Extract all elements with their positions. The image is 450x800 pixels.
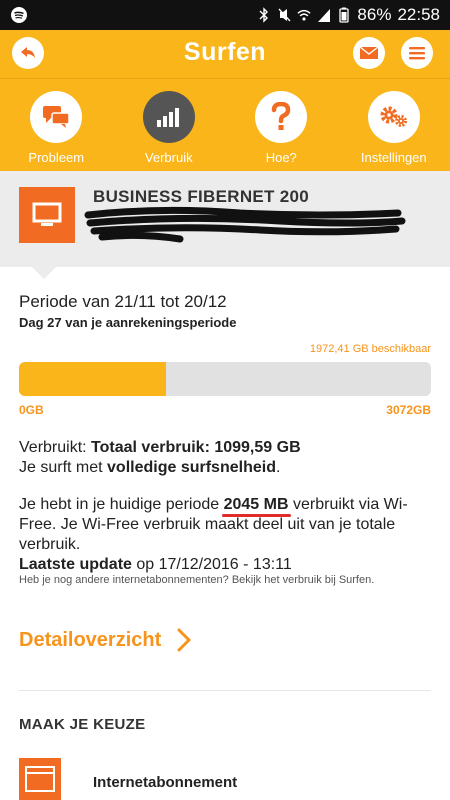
period-text: Periode van 21/11 tot 20/12: [19, 292, 227, 311]
browser-window-icon: [19, 758, 61, 800]
envelope-icon: [359, 46, 379, 59]
bar-min-label: 0GB: [19, 403, 44, 417]
tab-probleem[interactable]: Probleem: [0, 79, 113, 171]
signal-icon: [318, 9, 331, 22]
bar-chart-icon: [156, 108, 179, 127]
tab-instellingen-label: Instellingen: [360, 150, 427, 165]
menu-button[interactable]: [401, 37, 433, 69]
gears-icon: [380, 106, 407, 127]
usage-progress-bar: [19, 362, 431, 396]
surf-speed: volledige surfsnelheid: [107, 459, 276, 476]
bar-max-label: 3072GB: [386, 403, 431, 417]
chat-icon: [43, 106, 70, 128]
list-item-label: Internetabonnement: [93, 774, 238, 791]
choose-heading: MAAK JE KEUZE: [19, 716, 146, 733]
section-divider: [19, 690, 431, 691]
detail-overview-link[interactable]: Detailoverzicht: [19, 625, 192, 655]
tab-verbruik-label: Verbruik: [144, 150, 193, 165]
usage-summary: Verbruikt: Totaal verbruik: 1099,59 GB J…: [19, 438, 434, 478]
mute-icon: [278, 8, 291, 22]
tab-verbruik[interactable]: Verbruik: [113, 79, 226, 171]
detail-overview-label: Detailoverzicht: [19, 628, 162, 651]
hamburger-icon: [409, 47, 425, 60]
last-update-value: op 17/12/2016 - 13:11: [136, 556, 292, 573]
verbruikt-label: Verbruikt:: [19, 439, 87, 456]
tab-hoe-circle: [255, 91, 307, 143]
other-subscriptions-note: Heb je nog andere internetabonnementen? …: [19, 574, 375, 586]
tab-hoe-label: Hoe?: [265, 150, 297, 165]
list-item-internetabonnement[interactable]: Internetabonnement: [19, 758, 439, 800]
wifree-summary: Je hebt in je huidige periode 2045 MB ve…: [19, 495, 434, 575]
app-bar: Surfen: [0, 30, 450, 78]
product-pointer: [32, 267, 56, 279]
last-update-label: Laatste update: [19, 556, 132, 573]
chevron-right-icon: [177, 628, 192, 652]
mail-button[interactable]: [353, 37, 385, 69]
monitor-icon: [32, 202, 62, 226]
tab-probleem-circle: [30, 91, 82, 143]
wifree-prefix: Je hebt in je huidige periode: [19, 496, 220, 513]
surf-suffix: .: [275, 459, 281, 476]
battery-icon: [339, 7, 350, 23]
tab-verbruik-circle: [142, 91, 195, 143]
status-bar: 86% 22:58: [0, 0, 450, 30]
tab-bar: Probleem Verbruik Hoe? Instellingen: [0, 79, 450, 171]
clock: 22:58: [397, 5, 440, 24]
tab-hoe[interactable]: Hoe?: [225, 79, 338, 171]
billing-day-text: Dag 27 van je aanrekeningsperiode: [19, 315, 237, 330]
redaction-scribble: [84, 206, 406, 243]
question-icon: [271, 102, 291, 130]
total-usage: Totaal verbruik: 1099,59 GB: [91, 439, 301, 456]
spotify-icon: [11, 7, 27, 23]
battery-percent: 86%: [357, 5, 392, 24]
usage-progress-fill: [19, 362, 167, 396]
product-icon-box: [19, 187, 75, 243]
wifree-amount: 2045 MB: [223, 496, 289, 513]
tab-instellingen[interactable]: Instellingen: [338, 79, 450, 171]
surf-prefix: Je surft met: [19, 459, 103, 476]
bluetooth-icon: [259, 7, 269, 23]
tab-instellingen-circle: [367, 91, 420, 143]
tab-probleem-label: Probleem: [28, 150, 85, 165]
available-text: 1972,41 GB beschikbaar: [309, 343, 431, 355]
wifi-icon: [297, 9, 312, 21]
